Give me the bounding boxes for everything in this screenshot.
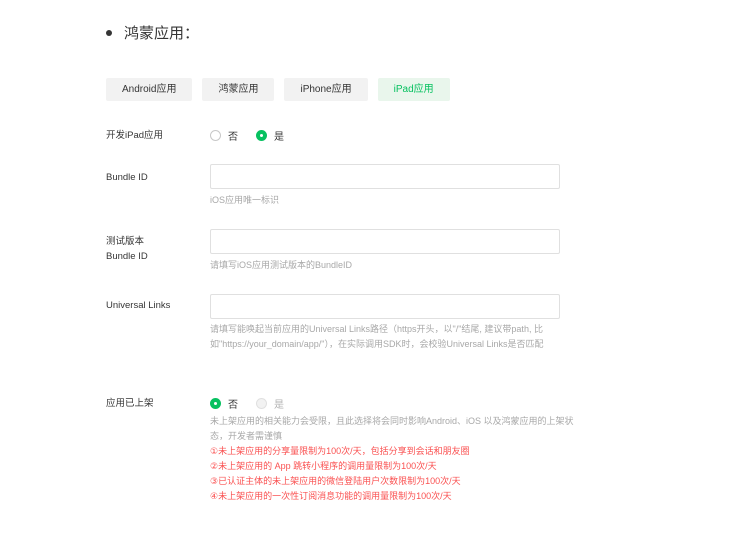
- test-bundle-id-label: 测试版本 Bundle ID: [106, 234, 148, 264]
- test-bundle-id-input[interactable]: [210, 229, 560, 254]
- listed-label: 应用已上架: [106, 398, 154, 409]
- listed-warning-2: ②未上架应用的 App 跳转小程序的调用量限制为100次/天: [210, 461, 437, 471]
- listed-warning-4: ④未上架应用的一次性订阅消息功能的调用量限制为100次/天: [210, 491, 452, 501]
- tab-android[interactable]: Android应用: [106, 78, 193, 101]
- test-bundle-id-label-line2: Bundle ID: [106, 251, 148, 262]
- develop-ipad-label: 开发iPad应用: [106, 130, 164, 141]
- test-bundle-id-label-line1: 测试版本: [106, 236, 145, 247]
- listed-radio-group: 否 是: [210, 396, 302, 411]
- radio-checked-icon: [256, 130, 267, 141]
- tab-ipad[interactable]: iPad应用: [377, 78, 450, 101]
- listed-note: 未上架应用的相关能力会受限，且此选择将会同时影响Android、iOS 以及鸿蒙…: [210, 416, 574, 441]
- bullet-icon: [106, 29, 112, 36]
- listed-radio-yes[interactable]: 是: [256, 396, 284, 411]
- universal-links-input[interactable]: [210, 294, 560, 319]
- radio-checked-icon: [210, 398, 221, 409]
- universal-links-hint: 请填写能唤起当前应用的Universal Links路径（https开头，以"/…: [210, 324, 544, 349]
- develop-ipad-radio-group: 否 是: [210, 128, 302, 143]
- section-heading: 鸿蒙应用：: [106, 22, 199, 43]
- develop-ipad-radio-no[interactable]: 否: [210, 128, 238, 143]
- radio-disabled-icon: [256, 398, 267, 409]
- test-bundle-id-hint: 请填写iOS应用测试版本的BundleID: [210, 260, 353, 270]
- radio-label: 是: [274, 400, 284, 411]
- bundle-id-label: Bundle ID: [106, 172, 148, 183]
- listed-warning-3: ③已认证主体的未上架应用的微信登陆用户次数限制为100次/天: [210, 476, 461, 486]
- radio-unchecked-icon: [210, 130, 221, 141]
- bundle-id-input[interactable]: [210, 164, 560, 189]
- bundle-id-hint: iOS应用唯一标识: [210, 195, 280, 205]
- radio-label: 否: [228, 132, 238, 143]
- listed-notice: 未上架应用的相关能力会受限，且此选择将会同时影响Android、iOS 以及鸿蒙…: [210, 414, 578, 504]
- section-title: 鸿蒙应用：: [124, 25, 200, 42]
- radio-label: 是: [274, 132, 284, 143]
- listed-radio-no[interactable]: 否: [210, 396, 238, 411]
- tab-harmony[interactable]: 鸿蒙应用: [202, 78, 275, 101]
- listed-warning-1: ①未上架应用的分享量限制为100次/天，包括分享到会话和朋友圈: [210, 446, 470, 456]
- develop-ipad-radio-yes[interactable]: 是: [256, 128, 284, 143]
- platform-tabs: Android应用 鸿蒙应用 iPhone应用 iPad应用: [106, 78, 450, 101]
- tab-iphone[interactable]: iPhone应用: [284, 78, 368, 101]
- universal-links-label: Universal Links: [106, 300, 171, 311]
- radio-label: 否: [228, 400, 238, 411]
